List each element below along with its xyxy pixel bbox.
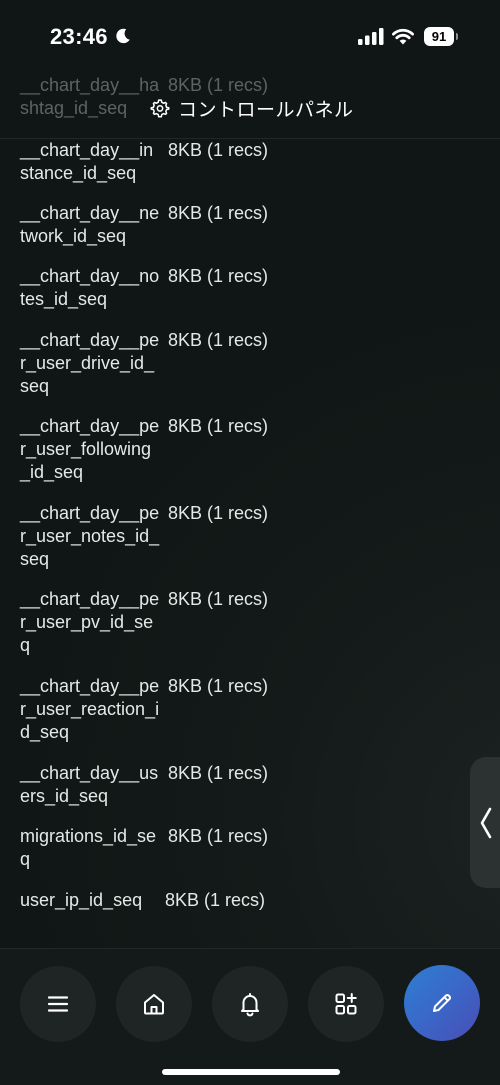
- table-size: 8KB (1 recs): [168, 763, 269, 783]
- header-title-group[interactable]: コントロールパネル: [150, 94, 354, 122]
- compose-button[interactable]: [404, 965, 480, 1041]
- side-drawer-handle[interactable]: [470, 757, 500, 888]
- notifications-button[interactable]: [212, 966, 288, 1042]
- table-size: 8KB (1 recs): [168, 203, 269, 223]
- table-name: __chart_day__per_user_pv_id_seq: [20, 589, 160, 655]
- table-name: __chart_day__per_user_following_id_seq: [20, 416, 160, 482]
- table-name: __chart_day__instance_id_seq: [20, 140, 154, 183]
- battery-tip: [456, 33, 458, 40]
- table-size: 8KB (1 recs): [168, 503, 269, 523]
- table-size: 8KB (1 recs): [168, 330, 269, 350]
- table-name: __chart_day__per_user_notes_id_seq: [20, 503, 160, 569]
- table-size: 8KB (1 recs): [168, 416, 269, 436]
- chevron-left-icon: [480, 807, 492, 839]
- table-name: __chart_day__per_user_reaction_id_seq: [20, 676, 160, 742]
- home-button[interactable]: [116, 966, 192, 1042]
- home-icon: [144, 994, 164, 1015]
- table-size: 8KB (1 recs): [168, 826, 269, 846]
- table-name: __chart_day__notes_id_seq: [20, 266, 160, 309]
- widgets-button[interactable]: [308, 966, 384, 1042]
- status-time: 23:46: [50, 24, 108, 49]
- wifi-icon: [392, 28, 414, 45]
- bell-icon: [241, 993, 259, 1017]
- menu-button[interactable]: [20, 966, 96, 1042]
- signal-icon: [358, 28, 384, 45]
- moon-icon: [116, 28, 130, 44]
- table-size: 8KB (1 recs): [165, 890, 266, 910]
- table-name: migrations_id_seq: [20, 826, 157, 869]
- battery-level: 91: [424, 27, 454, 46]
- page-title: コントロールパネル: [178, 98, 354, 121]
- gear-icon: [150, 99, 170, 118]
- home-indicator[interactable]: [162, 1069, 340, 1075]
- table-size: 8KB (1 recs): [168, 266, 269, 286]
- table-size: 8KB (1 recs): [168, 676, 269, 696]
- table-name: __chart_day__per_user_drive_id_seq: [20, 330, 160, 396]
- table-name: user_ip_id_seq: [20, 890, 143, 910]
- battery-indicator: 91: [424, 27, 458, 46]
- table-size: 8KB (1 recs): [168, 140, 269, 160]
- table-size: 8KB (1 recs): [168, 589, 269, 609]
- page-header: コントロールパネル: [0, 74, 500, 139]
- menu-icon: [47, 996, 69, 1012]
- widgets-icon: [335, 993, 357, 1015]
- table-name: __chart_day__network_id_seq: [20, 203, 160, 246]
- status-bar: 23:46 91: [0, 0, 500, 74]
- bottom-navigation: [0, 948, 500, 1085]
- table-name: __chart_day__users_id_seq: [20, 763, 159, 806]
- pencil-icon: [433, 993, 452, 1012]
